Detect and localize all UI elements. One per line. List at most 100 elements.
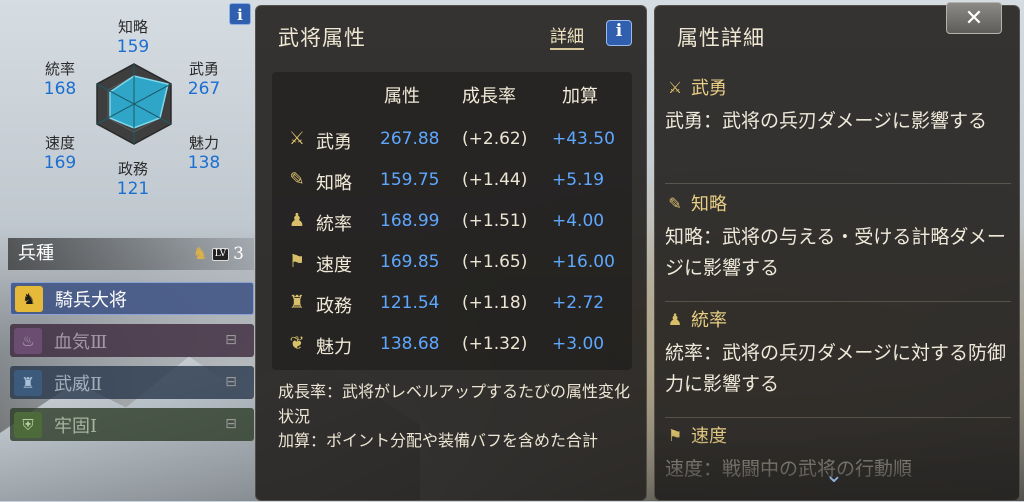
stat-value: 168 (43, 79, 77, 99)
runner-icon: ⚑ (288, 251, 306, 272)
attr-name: 魅力 (316, 337, 352, 358)
stat-seimu: 政務 121 (103, 158, 163, 199)
section-header: ✎ 知略 (665, 190, 1011, 216)
table-row: ✎ 知略 159.75 (+1.44) +5.19 (272, 161, 632, 201)
stat-label: 知略 (117, 18, 148, 36)
troop-level: ♞ LV 3 (193, 238, 245, 270)
crossed-swords-icon: ⚔ (667, 77, 683, 97)
chevron-down-icon[interactable]: ⌄ (820, 462, 848, 490)
stat-label: 武勇 (188, 60, 219, 78)
note-growth: 成長率：武将がレベルアップするたびの属性変化状況 (278, 382, 631, 426)
header-bonus: 加算 (562, 86, 598, 107)
attr-bonus: +4.00 (552, 211, 605, 231)
attr-bonus: +43.50 (552, 129, 615, 149)
lock-icon: ⊟ (225, 374, 237, 390)
attribute-panel: 武将属性 詳細 i 属性 成長率 加算 ⚔ 武勇 267.88 (+2.62) … (255, 5, 647, 501)
detail-panel-title: 属性詳細 (677, 26, 765, 50)
attr-growth: (+2.62) (462, 129, 528, 149)
header-growth: 成長率 (462, 86, 516, 107)
charm-icon: ❦ (289, 333, 305, 354)
notes: 成長率：武将がレベルアップするたびの属性変化状況 加算：ポイント分配や装備バフを… (278, 380, 630, 454)
section-desc: 武勇：武将の兵刃ダメージに影響する (665, 110, 988, 132)
attribute-panel-title: 武将属性 (278, 26, 366, 50)
stat-chiryaku: 知略 159 (103, 16, 163, 57)
section-name: 知略 (691, 194, 727, 215)
horse-icon: ♞ (15, 285, 43, 312)
radar-chart (96, 63, 172, 145)
attr-bonus: +16.00 (552, 252, 615, 272)
troop-item-bui[interactable]: ♜ 武威Ⅱ ⊟ (10, 366, 254, 399)
attr-bonus: +3.00 (552, 334, 605, 354)
section-header: ⚔ 武勇 (665, 74, 1011, 100)
attribute-table: 属性 成長率 加算 ⚔ 武勇 267.88 (+2.62) +43.50 ✎ 知… (272, 72, 632, 370)
section-header: ♟ 統率 (665, 306, 1011, 332)
detail-section-tosotsu: ♟ 統率 統率：武将の兵刃ダメージに対する防御力に影響する (665, 306, 1011, 418)
troop-name: 騎兵大将 (55, 289, 127, 311)
attr-name: 政務 (316, 296, 352, 317)
note-bonus: 加算：ポイント分配や装備バフを含めた合計 (278, 431, 599, 450)
stat-tosotsu: 統率 168 (30, 58, 90, 99)
attr-name: 知略 (316, 173, 352, 194)
troop-header-label: 兵種 (18, 243, 54, 264)
troop-name: 武威Ⅱ (54, 373, 103, 395)
table-row: ⚑ 速度 169.85 (+1.65) +16.00 (272, 243, 632, 283)
detail-section-chiryaku: ✎ 知略 知略：武将の与える・受ける計略ダメージに影響する (665, 190, 1011, 302)
table-row: ❦ 魅力 138.68 (+1.32) +3.00 (272, 325, 632, 365)
attr-growth: (+1.51) (462, 211, 528, 231)
table-row: ♟ 統率 168.99 (+1.51) +4.00 (272, 202, 632, 242)
stat-value: 267 (187, 79, 221, 99)
stat-label: 速度 (44, 134, 75, 152)
statue-icon: ♜ (14, 369, 42, 396)
stat-label: 政務 (117, 160, 148, 178)
fan-icon: ✎ (289, 169, 305, 190)
troops-icon: ♟ (667, 309, 683, 329)
attr-value: 169.85 (380, 252, 440, 272)
attr-bonus: +2.72 (552, 293, 605, 313)
troop-item-cavalry[interactable]: ♞ 騎兵大将 (10, 282, 254, 315)
stat-value: 138 (187, 153, 221, 173)
stat-buyu: 武勇 267 (174, 58, 234, 99)
header-attr: 属性 (384, 86, 420, 107)
left-column: i 知略 159 統率 168 武勇 267 速度 169 魅力 138 政務 … (0, 0, 262, 501)
table-row: ⚔ 武勇 267.88 (+2.62) +43.50 (272, 120, 632, 160)
attr-value: 168.99 (380, 211, 440, 231)
attr-value: 121.54 (380, 293, 440, 313)
troop-level-value: 3 (233, 244, 244, 264)
section-header: ⚑ 速度 (665, 422, 1011, 448)
horse-level-icon: ♞ (192, 244, 208, 264)
stat-value: 121 (116, 179, 150, 199)
info-icon-small[interactable]: i (229, 3, 251, 25)
troop-name: 血気Ⅲ (54, 331, 108, 353)
troops-icon: ♟ (288, 210, 306, 231)
attr-value: 138.68 (380, 334, 440, 354)
flame-icon: ♨ (14, 327, 42, 354)
detail-link[interactable]: 詳細 (550, 22, 584, 50)
section-desc: 知略：武将の与える・受ける計略ダメージに影響する (665, 226, 1006, 279)
close-button[interactable]: ✕ (946, 2, 1002, 34)
lv-badge: LV (211, 247, 230, 261)
attr-growth: (+1.18) (462, 293, 528, 313)
runner-icon: ⚑ (667, 425, 683, 445)
troop-item-kekki[interactable]: ♨ 血気Ⅲ ⊟ (10, 324, 254, 357)
castle-icon: ♜ (288, 292, 306, 313)
stat-label: 統率 (44, 60, 75, 78)
attr-name: 統率 (316, 214, 352, 235)
info-icon[interactable]: i (606, 20, 632, 46)
lock-icon: ⊟ (225, 416, 237, 432)
stat-value: 159 (116, 37, 150, 57)
shield-icon: ⛨ (14, 411, 42, 438)
lock-icon: ⊟ (225, 332, 237, 348)
attr-name: 武勇 (316, 132, 352, 153)
troop-item-roko[interactable]: ⛨ 牢固Ⅰ ⊟ (10, 408, 254, 441)
stat-label: 魅力 (188, 134, 219, 152)
attr-name: 速度 (316, 255, 352, 276)
fan-icon: ✎ (668, 193, 682, 213)
stat-miryoku: 魅力 138 (174, 132, 234, 173)
crossed-swords-icon: ⚔ (288, 128, 306, 149)
detail-section-buyu: ⚔ 武勇 武勇：武将の兵刃ダメージに影響する (665, 74, 1011, 184)
attr-growth: (+1.65) (462, 252, 528, 272)
attr-growth: (+1.32) (462, 334, 528, 354)
stat-sokudo: 速度 169 (30, 132, 90, 173)
section-desc: 統率：武将の兵刃ダメージに対する防御力に影響する (665, 342, 1007, 395)
attr-value: 159.75 (380, 170, 440, 190)
